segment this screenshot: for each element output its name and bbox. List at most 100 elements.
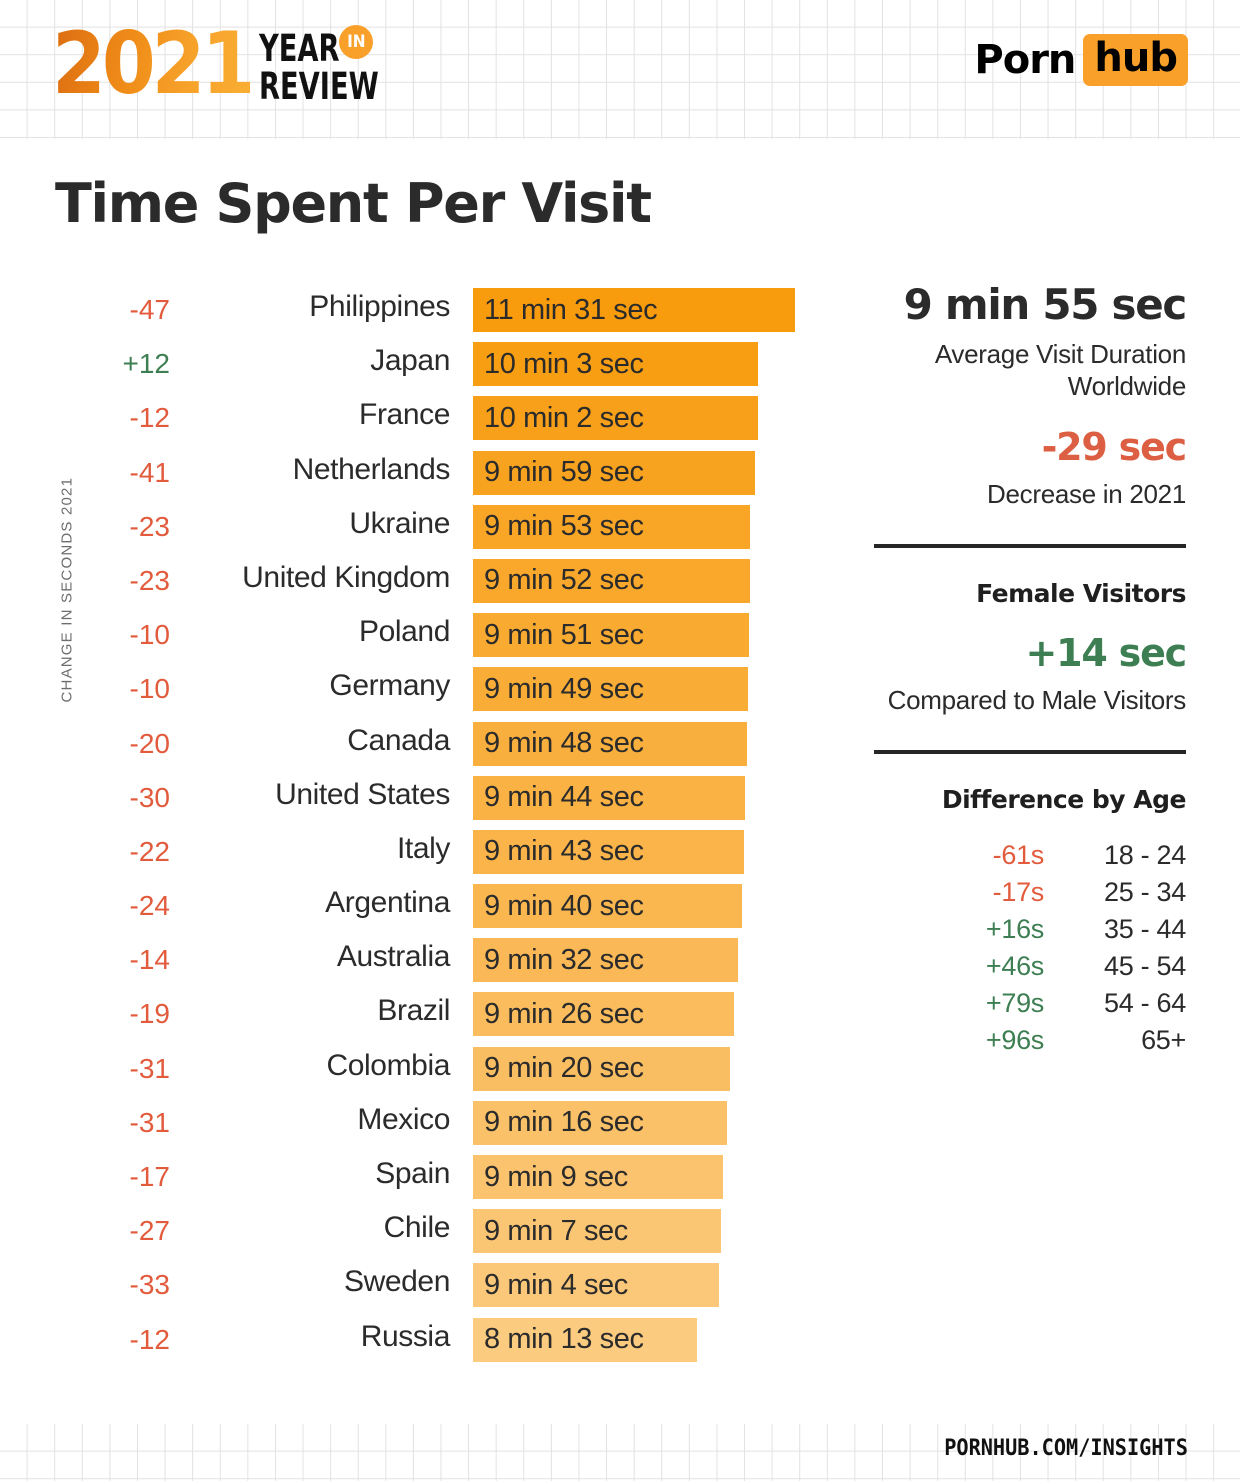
age-delta-value: +79s	[985, 988, 1044, 1018]
row-country-label: Russia	[360, 1319, 451, 1353]
age-range-label: 45 - 54	[1104, 951, 1186, 981]
chart-row: -23 Ukraine 9 min 53 sec	[0, 504, 830, 558]
row-duration-label: 8 min 13 sec	[484, 1323, 644, 1356]
row-change-value: -33	[129, 1269, 170, 1301]
row-bar: 9 min 4 sec	[473, 1263, 719, 1308]
row-country-label: Japan	[370, 344, 450, 378]
row-change-value: -12	[129, 402, 170, 434]
worldwide-change-value: -29 sec	[1041, 425, 1188, 469]
row-country-label: Netherlands	[292, 452, 451, 486]
row-change-value: -10	[129, 619, 170, 651]
age-difference-row: +79s 54 - 64	[874, 988, 1186, 1025]
age-range-label: 25 - 34	[1104, 877, 1186, 907]
row-duration-label: 10 min 2 sec	[484, 401, 644, 434]
row-country-label: Brazil	[377, 994, 450, 1028]
row-bar: 9 min 52 sec	[473, 558, 750, 603]
row-duration-label: 9 min 40 sec	[484, 889, 644, 922]
row-bar: 9 min 26 sec	[473, 992, 734, 1037]
row-change-value: -14	[129, 944, 170, 976]
row-change-value: -30	[129, 781, 170, 813]
row-duration-label: 9 min 7 sec	[484, 1214, 628, 1247]
row-bar: 9 min 48 sec	[473, 721, 747, 766]
row-duration-label: 9 min 53 sec	[484, 510, 644, 543]
chart-row: -47 Philippines 11 min 31 sec	[0, 287, 830, 341]
worldwide-change-caption: Decrease in 2021	[987, 479, 1186, 509]
row-country-label: Sweden	[343, 1265, 450, 1299]
row-duration-label: 11 min 31 sec	[484, 293, 658, 326]
female-visitors-caption: Compared to Male Visitors	[887, 685, 1187, 715]
row-bar: 11 min 31 sec	[473, 288, 795, 332]
row-country-label: France	[359, 398, 450, 432]
row-change-value: -47	[129, 294, 170, 325]
row-change-value: +12	[122, 348, 171, 380]
row-duration-label: 9 min 26 sec	[484, 997, 644, 1030]
age-delta-value: +46s	[985, 951, 1044, 981]
row-duration-label: 9 min 32 sec	[484, 943, 644, 976]
age-range-label: 54 - 64	[1104, 988, 1186, 1018]
row-bar: 10 min 2 sec	[473, 396, 758, 441]
female-visitors-heading: Female Visitors	[976, 579, 1186, 608]
row-country-label: Argentina	[325, 886, 450, 920]
row-country-label: United Kingdom	[242, 560, 450, 594]
pornhub-logo: Porn hub	[974, 34, 1188, 86]
row-duration-label: 9 min 16 sec	[484, 1106, 644, 1139]
average-duration-caption: Average Visit Duration Worldwide	[934, 339, 1186, 401]
row-country-label: Spain	[375, 1157, 450, 1190]
chart-row: -27 Chile 9 min 7 sec	[0, 1208, 830, 1262]
chart-row: -31 Mexico 9 min 16 sec	[0, 1100, 830, 1154]
row-bar: 9 min 16 sec	[473, 1100, 727, 1145]
chart-row: -14 Australia 9 min 32 sec	[0, 937, 830, 991]
chart-row: -10 Poland 9 min 51 sec	[0, 612, 830, 666]
row-change-value: -22	[129, 835, 170, 867]
row-duration-label: 10 min 3 sec	[484, 347, 644, 380]
age-difference-row: +16s 35 - 44	[874, 914, 1186, 951]
row-change-value: -24	[129, 890, 170, 922]
chart-row: -12 Russia 8 min 13 sec	[0, 1317, 830, 1371]
row-change-value: -31	[129, 1052, 170, 1084]
chart-rows: -47 Philippines 11 min 31 sec +12 Japan 10 mi…	[0, 287, 830, 1371]
row-bar: 9 min 51 sec	[473, 613, 749, 658]
row-change-value: -17	[129, 1161, 170, 1192]
logo-year: 2021	[52, 14, 255, 114]
row-change-value: -27	[129, 1215, 170, 1247]
row-bar: 9 min 49 sec	[473, 667, 748, 712]
chart-row: -30 United States 9 min 44 sec	[0, 775, 830, 829]
logo-line-review: REVIEW	[259, 65, 380, 108]
average-duration-value: 9 min 55 sec	[903, 280, 1188, 329]
row-country-label: Poland	[358, 615, 450, 649]
row-duration-label: 9 min 49 sec	[484, 672, 644, 705]
age-difference-list: -61s 18 - 24 -17s 25 - 34 +16s 35 - 44 +46s 45 …	[874, 840, 1186, 1062]
row-duration-label: 9 min 43 sec	[484, 835, 644, 868]
female-visitors-value: +14 sec	[1025, 631, 1188, 675]
row-duration-label: 9 min 52 sec	[484, 564, 644, 597]
row-country-label: Australia	[336, 940, 451, 974]
age-difference-row: +96s 65+	[874, 1025, 1186, 1062]
row-bar: 9 min 9 sec	[473, 1155, 723, 1199]
age-delta-value: +16s	[985, 914, 1044, 944]
row-bar: 9 min 59 sec	[473, 450, 755, 495]
row-duration-label: 9 min 48 sec	[484, 727, 644, 759]
row-country-label: Italy	[396, 831, 450, 865]
row-bar: 9 min 53 sec	[473, 504, 750, 549]
chart-row: -31 Colombia 9 min 20 sec	[0, 1046, 830, 1100]
chart-row: -33 Sweden 9 min 4 sec	[0, 1262, 830, 1316]
age-delta-value: -61s	[992, 840, 1045, 870]
row-bar: 10 min 3 sec	[473, 342, 758, 387]
row-bar: 9 min 43 sec	[473, 829, 744, 874]
age-delta-value: -17s	[992, 877, 1045, 907]
row-change-value: -23	[129, 510, 170, 542]
page-title: Time Spent Per Visit	[55, 172, 652, 235]
row-duration-label: 9 min 4 sec	[484, 1268, 628, 1301]
bar-chart: CHANGE IN SECONDS 2021 -47 Philippines 11 …	[0, 287, 830, 1371]
age-range-label: 18 - 24	[1104, 840, 1186, 870]
row-change-value: -12	[129, 1323, 170, 1355]
footer-url: PORNHUB.COM/INSIGHTS	[944, 1436, 1188, 1461]
age-range-label: 35 - 44	[1104, 914, 1186, 944]
chart-row: -19 Brazil 9 min 26 sec	[0, 991, 830, 1045]
chart-row: -41 Netherlands 9 min 59 sec	[0, 450, 830, 504]
chart-row: -23 United Kingdom 9 min 52 sec	[0, 558, 830, 612]
row-country-label: Mexico	[357, 1102, 450, 1136]
row-bar: 9 min 32 sec	[473, 938, 738, 983]
row-change-value: -31	[129, 1106, 170, 1138]
row-duration-label: 9 min 59 sec	[484, 456, 644, 489]
